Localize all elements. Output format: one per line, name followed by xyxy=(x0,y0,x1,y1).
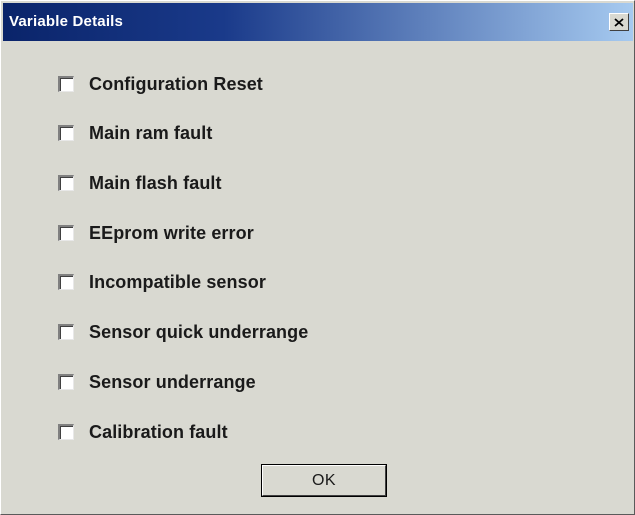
option-label: Calibration fault xyxy=(89,421,228,442)
ok-button-label: OK xyxy=(311,471,337,489)
checkbox[interactable] xyxy=(58,125,74,141)
option-eeprom-write-error[interactable]: EEprom write error xyxy=(58,220,254,246)
checkbox[interactable] xyxy=(58,76,74,92)
variable-details-dialog: Variable Details Configuration Reset Mai… xyxy=(0,0,635,515)
option-label: Sensor underrange xyxy=(89,371,256,392)
option-incompatible-sensor[interactable]: Incompatible sensor xyxy=(58,269,266,295)
ok-button[interactable]: OK xyxy=(262,465,386,496)
close-icon xyxy=(614,17,624,27)
option-label: Main ram fault xyxy=(89,122,213,143)
option-label: Incompatible sensor xyxy=(89,271,266,292)
checkbox[interactable] xyxy=(58,225,74,241)
dialog-title: Variable Details xyxy=(9,13,124,30)
title-bar[interactable]: Variable Details xyxy=(3,3,633,41)
close-button[interactable] xyxy=(609,13,629,31)
checkbox[interactable] xyxy=(58,424,74,440)
option-label: Main flash fault xyxy=(89,172,222,193)
option-label: Configuration Reset xyxy=(89,73,263,94)
checkbox[interactable] xyxy=(58,374,74,390)
option-main-flash-fault[interactable]: Main flash fault xyxy=(58,170,222,196)
checkbox[interactable] xyxy=(58,175,74,191)
option-sensor-quick-underrange[interactable]: Sensor quick underrange xyxy=(58,319,308,345)
option-main-ram-fault[interactable]: Main ram fault xyxy=(58,120,212,146)
option-calibration-fault[interactable]: Calibration fault xyxy=(58,419,228,445)
checkbox[interactable] xyxy=(58,324,74,340)
option-sensor-underrange[interactable]: Sensor underrange xyxy=(58,369,256,395)
checkbox[interactable] xyxy=(58,274,74,290)
option-configuration-reset[interactable]: Configuration Reset xyxy=(58,71,263,97)
option-label: EEprom write error xyxy=(89,222,254,243)
option-label: Sensor quick underrange xyxy=(89,321,309,342)
